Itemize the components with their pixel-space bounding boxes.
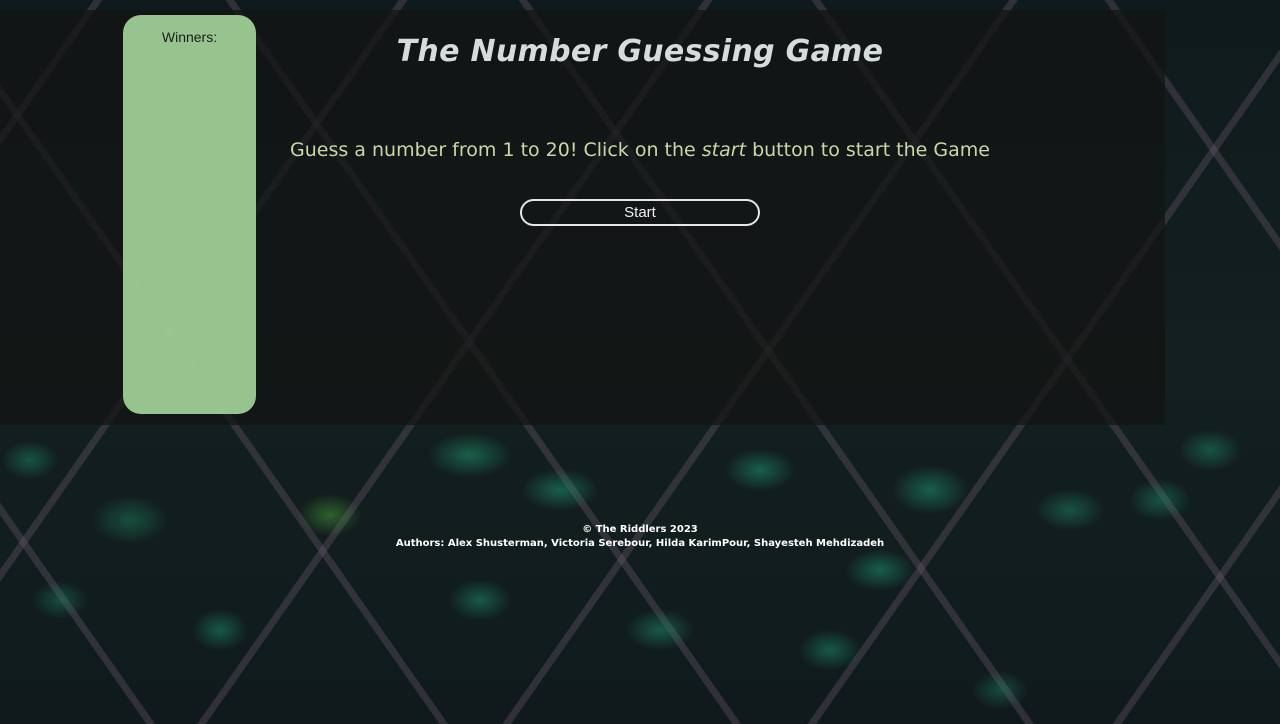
winners-panel: Winners: xyxy=(123,15,256,414)
game-instructions: Guess a number from 1 to 20! Click on th… xyxy=(230,139,1050,161)
footer-copyright: © The Riddlers 2023 xyxy=(582,524,698,535)
instructions-text-after: button to start the Game xyxy=(746,139,990,161)
footer-authors: Authors: Alex Shusterman, Victoria Sereb… xyxy=(395,538,885,549)
game-title: The Number Guessing Game xyxy=(396,34,884,69)
winners-title: Winners: xyxy=(161,29,218,45)
start-button[interactable]: Start xyxy=(520,199,760,226)
footer: © The Riddlers 2023 Authors: Alex Shuste… xyxy=(340,523,940,551)
instructions-text-before: Guess a number from 1 to 20! Click on th… xyxy=(290,139,702,161)
instructions-start-emphasis: start xyxy=(701,139,747,161)
